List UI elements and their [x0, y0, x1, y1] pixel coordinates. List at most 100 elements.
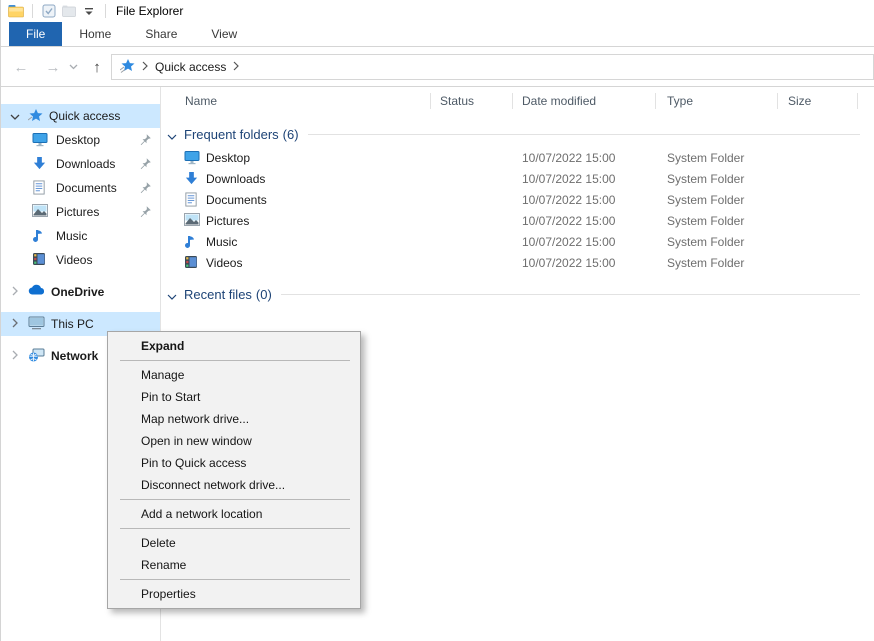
sidebar-group-gap — [1, 272, 160, 280]
music-icon — [32, 228, 49, 244]
ribbon-tab-bar: File Home Share View — [1, 22, 874, 47]
file-name: Music — [206, 235, 237, 249]
column-header-name[interactable]: Name — [161, 87, 431, 114]
pictures-icon — [184, 213, 200, 229]
sidebar-group-gap — [1, 304, 160, 312]
sidebar-item-label: Quick access — [49, 109, 120, 123]
menu-separator — [120, 360, 350, 361]
new-folder-quick-button[interactable] — [59, 2, 79, 20]
tab-share[interactable]: Share — [128, 22, 194, 46]
chevron-right-icon[interactable] — [9, 317, 21, 331]
properties-quick-button[interactable] — [39, 2, 59, 20]
file-row-videos[interactable]: Videos 10/07/2022 15:00 System Folder — [161, 252, 874, 273]
menu-item-expand[interactable]: Expand — [108, 335, 360, 357]
menu-item-properties[interactable]: Properties — [108, 583, 360, 605]
sidebar-item-label: Desktop — [56, 133, 100, 147]
file-type: System Folder — [656, 214, 778, 228]
column-header-status[interactable]: Status — [431, 87, 513, 114]
menu-item-pin-to-quick-access[interactable]: Pin to Quick access — [108, 452, 360, 474]
customize-quick-access-toolbar-icon[interactable] — [79, 2, 99, 20]
column-header-date-modified[interactable]: Date modified — [513, 87, 656, 114]
quick-access-star-icon — [120, 58, 136, 76]
address-bar[interactable]: Quick access — [111, 54, 874, 80]
chevron-down-icon[interactable] — [167, 128, 177, 143]
group-header-recent-files[interactable]: Recent files (0) — [161, 283, 874, 305]
forward-button[interactable]: → — [41, 55, 65, 79]
sidebar-item-documents[interactable]: Documents — [1, 176, 160, 200]
group-header-frequent-folders[interactable]: Frequent folders (6) — [161, 123, 874, 145]
file-type: System Folder — [656, 193, 778, 207]
file-row-desktop[interactable]: Desktop 10/07/2022 15:00 System Folder — [161, 147, 874, 168]
back-button[interactable]: ← — [9, 55, 33, 79]
chevron-down-icon[interactable] — [9, 109, 21, 123]
pictures-icon — [32, 204, 49, 220]
onedrive-icon — [28, 284, 45, 300]
menu-item-map-network-drive[interactable]: Map network drive... — [108, 408, 360, 430]
sidebar-item-desktop[interactable]: Desktop — [1, 128, 160, 152]
music-icon — [184, 234, 200, 250]
file-date-modified: 10/07/2022 15:00 — [513, 256, 656, 270]
menu-item-manage[interactable]: Manage — [108, 364, 360, 386]
file-date-modified: 10/07/2022 15:00 — [513, 235, 656, 249]
file-row-documents[interactable]: Documents 10/07/2022 15:00 System Folder — [161, 189, 874, 210]
sidebar-item-label: Videos — [56, 253, 92, 267]
tab-home[interactable]: Home — [62, 22, 128, 46]
file-name: Desktop — [206, 151, 250, 165]
menu-item-open-in-new-window[interactable]: Open in new window — [108, 430, 360, 452]
file-date-modified: 10/07/2022 15:00 — [513, 193, 656, 207]
file-name: Documents — [206, 193, 267, 207]
sidebar-item-label: Pictures — [56, 205, 99, 219]
file-explorer-logo-icon — [6, 2, 26, 20]
tab-file[interactable]: File — [9, 22, 62, 46]
menu-item-pin-to-start[interactable]: Pin to Start — [108, 386, 360, 408]
sidebar-item-label: Documents — [56, 181, 117, 195]
file-row-music[interactable]: Music 10/07/2022 15:00 System Folder — [161, 231, 874, 252]
chevron-right-icon[interactable] — [9, 285, 21, 299]
sidebar-item-music[interactable]: Music — [1, 224, 160, 248]
recent-locations-chevron-icon[interactable] — [65, 55, 81, 79]
file-explorer-window: File Explorer File Home Share View ← → ↑… — [0, 0, 874, 641]
file-row-downloads[interactable]: Downloads 10/07/2022 15:00 System Folder — [161, 168, 874, 189]
file-row-pictures[interactable]: Pictures 10/07/2022 15:00 System Folder — [161, 210, 874, 231]
menu-item-disconnect-network-drive[interactable]: Disconnect network drive... — [108, 474, 360, 496]
videos-icon — [184, 255, 200, 271]
chevron-right-icon[interactable] — [9, 349, 21, 363]
tab-view[interactable]: View — [194, 22, 254, 46]
file-date-modified: 10/07/2022 15:00 — [513, 214, 656, 228]
pin-icon — [139, 157, 152, 173]
column-header-type[interactable]: Type — [656, 87, 778, 114]
file-name: Pictures — [206, 214, 249, 228]
breadcrumb-location[interactable]: Quick access — [148, 60, 233, 74]
menu-item-rename[interactable]: Rename — [108, 554, 360, 576]
sidebar-item-downloads[interactable]: Downloads — [1, 152, 160, 176]
menu-separator — [120, 499, 350, 500]
sidebar-item-label: Downloads — [56, 157, 115, 171]
file-date-modified: 10/07/2022 15:00 — [513, 172, 656, 186]
menu-item-add-a-network-location[interactable]: Add a network location — [108, 503, 360, 525]
documents-icon — [32, 180, 49, 196]
group-label: Frequent folders — [184, 127, 279, 142]
sidebar-item-pictures[interactable]: Pictures — [1, 200, 160, 224]
group-count: (0) — [256, 287, 272, 302]
column-header-size[interactable]: Size — [778, 87, 858, 114]
menu-separator — [120, 579, 350, 580]
sidebar-item-videos[interactable]: Videos — [1, 248, 160, 272]
chevron-down-icon[interactable] — [167, 288, 177, 303]
file-name: Downloads — [206, 172, 265, 186]
pin-icon — [139, 133, 152, 149]
sidebar-item-quick-access[interactable]: Quick access — [1, 104, 160, 128]
sidebar-item-onedrive[interactable]: OneDrive — [1, 280, 160, 304]
menu-separator — [120, 528, 350, 529]
up-button[interactable]: ↑ — [85, 55, 109, 79]
sidebar-item-label: This PC — [51, 317, 94, 331]
title-bar: File Explorer — [1, 0, 874, 22]
desktop-icon — [184, 150, 200, 166]
sidebar-item-label: Music — [56, 229, 87, 243]
videos-icon — [32, 252, 49, 268]
file-name: Videos — [206, 256, 242, 270]
file-date-modified: 10/07/2022 15:00 — [513, 151, 656, 165]
file-type: System Folder — [656, 151, 778, 165]
breadcrumb-chevron-icon[interactable] — [233, 60, 239, 74]
menu-item-delete[interactable]: Delete — [108, 532, 360, 554]
pin-icon — [139, 181, 152, 197]
